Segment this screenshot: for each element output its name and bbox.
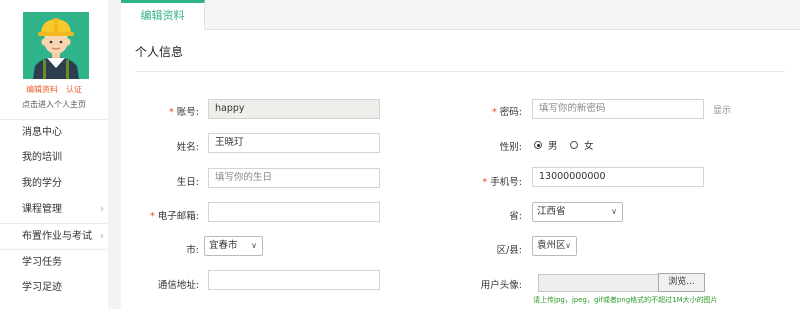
avatar[interactable] <box>23 12 89 79</box>
verify-link[interactable]: 认证 <box>66 85 82 94</box>
upload-hint: 请上传jpg，jpeg，gif或者png格式的不超过1M大小的图片 <box>533 296 718 304</box>
birthday-field[interactable]: 填写你的生日 <box>208 168 380 188</box>
province-label: 省: <box>509 211 522 222</box>
address-field[interactable] <box>208 270 380 290</box>
sidebar-item-label: 我的培训 <box>22 152 62 163</box>
district-label: 区/县: <box>496 245 522 256</box>
required-mark: * <box>150 211 155 222</box>
district-select[interactable]: 袁州区 ∨ <box>532 236 577 256</box>
sidebar-item-label: 我的学分 <box>22 178 62 189</box>
city-select[interactable]: 宜春市 ∨ <box>204 236 263 256</box>
required-mark: * <box>169 107 174 118</box>
main-panel: 编辑资料 个人信息 * 账号: happy * 密码: 填写你的新密码 显示 姓名:… <box>121 0 800 309</box>
gender-female-radio[interactable]: 女 <box>570 138 594 152</box>
divider <box>135 71 785 72</box>
required-mark: * <box>482 177 488 188</box>
sidebar-item-label: 学习足迹 <box>22 282 62 293</box>
email-field[interactable] <box>208 202 380 222</box>
name-field[interactable]: 王晓玎 <box>208 133 380 153</box>
password-label: * 密码: <box>492 107 522 118</box>
show-password-link[interactable]: 显示 <box>713 103 731 116</box>
address-label: 通信地址: <box>157 280 199 291</box>
required-mark: * <box>492 107 497 118</box>
sidebar-item-label: 布置作业与考试 <box>22 231 92 242</box>
sidebar-item-label: 消息中心 <box>22 127 62 138</box>
radio-unchecked-icon <box>570 141 578 149</box>
radio-checked-icon <box>534 141 542 149</box>
chevron-down-icon: ∨ <box>611 207 617 216</box>
city-label: 市: <box>186 245 199 256</box>
sidebar-item-label: 学习任务 <box>22 257 62 268</box>
email-label: * 电子邮箱: <box>150 211 199 222</box>
section-title: 个人信息 <box>135 45 184 59</box>
tab-bar: 编辑资料 <box>121 0 800 30</box>
phone-field[interactable]: 13000000000 <box>532 167 704 187</box>
birthday-label: 生日: <box>176 177 199 188</box>
account-label: * 账号: <box>169 107 199 118</box>
browse-button[interactable]: 浏览... <box>658 273 705 292</box>
avatar-file-input[interactable] <box>538 274 660 292</box>
edit-profile-link[interactable]: 编辑资料 <box>26 85 58 94</box>
chevron-down-icon: ∨ <box>251 241 257 250</box>
sidebar: 编辑资料 认证 点击进入个人主页 消息中心 我的培训 我的学分 课程管理 › 布置作… <box>0 0 108 309</box>
chevron-down-icon: ∨ <box>565 241 571 250</box>
account-field[interactable]: happy <box>208 99 380 119</box>
province-select[interactable]: 江西省 ∨ <box>532 202 623 222</box>
tab-edit-profile[interactable]: 编辑资料 <box>121 0 205 30</box>
gender-male-radio[interactable]: 男 <box>534 138 558 152</box>
gender-label: 性别: <box>499 142 522 153</box>
name-label: 姓名: <box>176 142 199 153</box>
profile-links: 编辑资料 认证 <box>0 84 108 95</box>
sidebar-item-label: 课程管理 <box>22 204 62 215</box>
phone-label: * 手机号: <box>482 177 522 188</box>
password-field[interactable]: 填写你的新密码 <box>532 99 704 119</box>
avatar-label: 用户头像: <box>480 280 522 291</box>
